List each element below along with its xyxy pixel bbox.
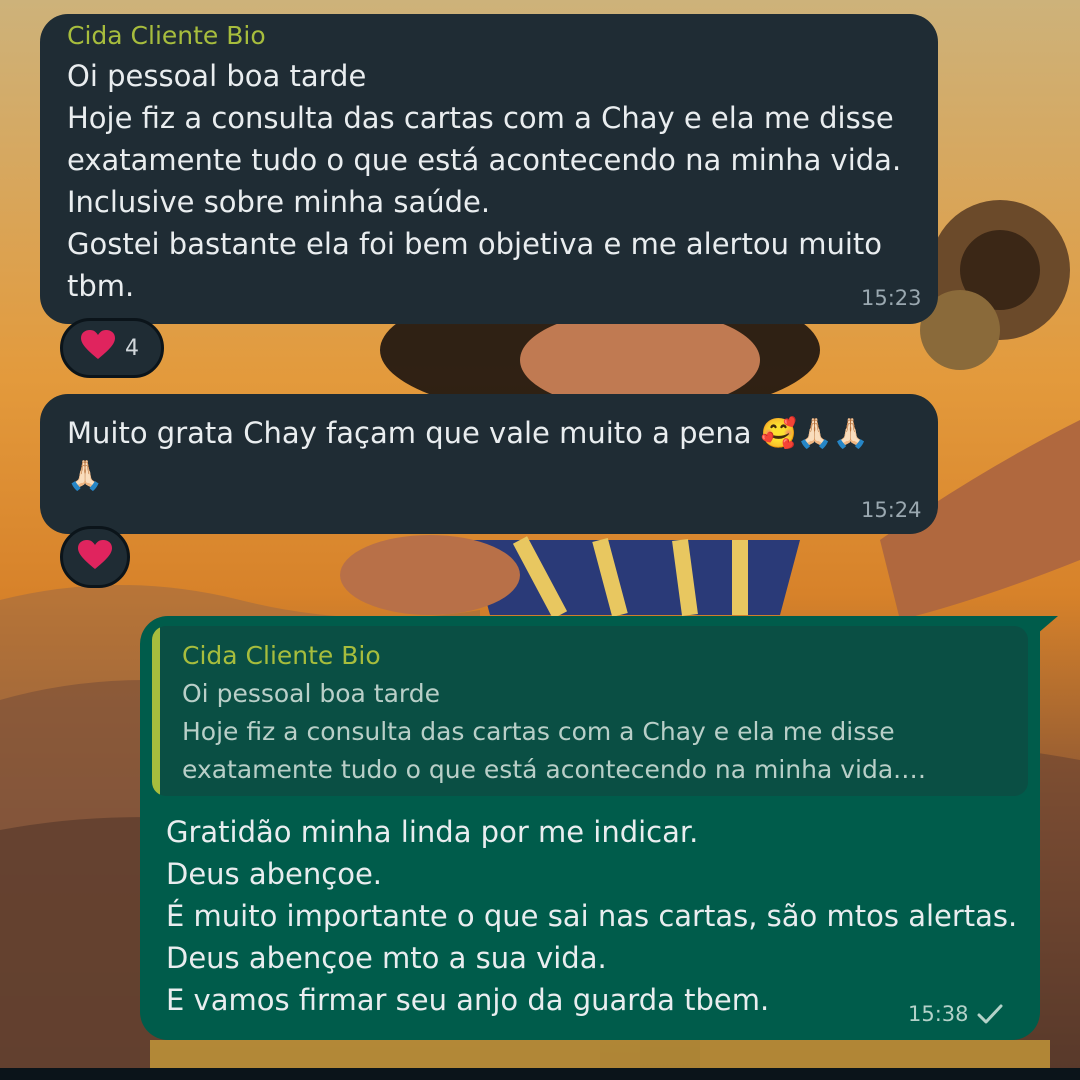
heart-icon <box>81 330 115 366</box>
reaction-count: 4 <box>125 335 139 361</box>
message-text-line: Deus abençoe mto a sua vida. <box>166 941 607 975</box>
single-check-icon <box>977 1004 1003 1024</box>
bubble-tail <box>1030 616 1058 640</box>
quote-accent-bar <box>152 626 160 796</box>
message-text-line: tbm. <box>67 269 135 303</box>
reaction-badge[interactable] <box>60 526 130 588</box>
message-sender-name[interactable]: Cida Cliente Bio <box>67 20 266 52</box>
message-text-line: exatamente tudo o que está acontecendo n… <box>67 143 902 177</box>
quoted-text-line: exatamente tudo o que está acontecendo n… <box>182 755 927 784</box>
chat-screen: Cida Cliente Bio Oi pessoal boa tarde Ho… <box>0 0 1080 1080</box>
incoming-message-bubble[interactable]: Cida Cliente Bio Oi pessoal boa tarde Ho… <box>40 14 938 324</box>
quoted-message[interactable]: Cida Cliente Bio Oi pessoal boa tarde Ho… <box>152 626 1028 796</box>
message-timestamp: 15:24 <box>861 498 922 522</box>
quoted-text-line: Oi pessoal boa tarde <box>182 679 441 708</box>
message-text-line: É muito importante o que sai nas cartas,… <box>166 899 1018 933</box>
heart-icon <box>78 540 112 574</box>
outgoing-message-text: Gratidão minha linda por me indicar. Deu… <box>166 811 1017 1021</box>
reaction-badge[interactable]: 4 <box>60 318 164 378</box>
message-text-line: E vamos firmar seu anjo da guarda tbem. <box>166 983 770 1017</box>
message-text-line: Hoje fiz a consulta das cartas com a Cha… <box>67 101 894 135</box>
message-text-line: 🙏🏻 <box>67 458 104 492</box>
message-text-line: Inclusive sobre minha saúde. <box>67 185 491 219</box>
message-timestamp: 15:23 <box>861 286 922 310</box>
quoted-text-line: Hoje fiz a consulta das cartas com a Cha… <box>182 717 895 746</box>
incoming-message-bubble[interactable]: Muito grata Chay façam que vale muito a … <box>40 394 938 534</box>
message-text-line: Muito grata Chay façam que vale muito a … <box>67 416 870 450</box>
message-timestamp: 15:38 <box>908 1002 969 1026</box>
quoted-sender-name: Cida Cliente Bio <box>182 641 381 670</box>
message-text-line: Gostei bastante ela foi bem objetiva e m… <box>67 227 882 261</box>
message-text-line: Deus abençoe. <box>166 857 383 891</box>
message-text-line: Gratidão minha linda por me indicar. <box>166 815 699 849</box>
message-text-line: Oi pessoal boa tarde <box>67 59 367 93</box>
